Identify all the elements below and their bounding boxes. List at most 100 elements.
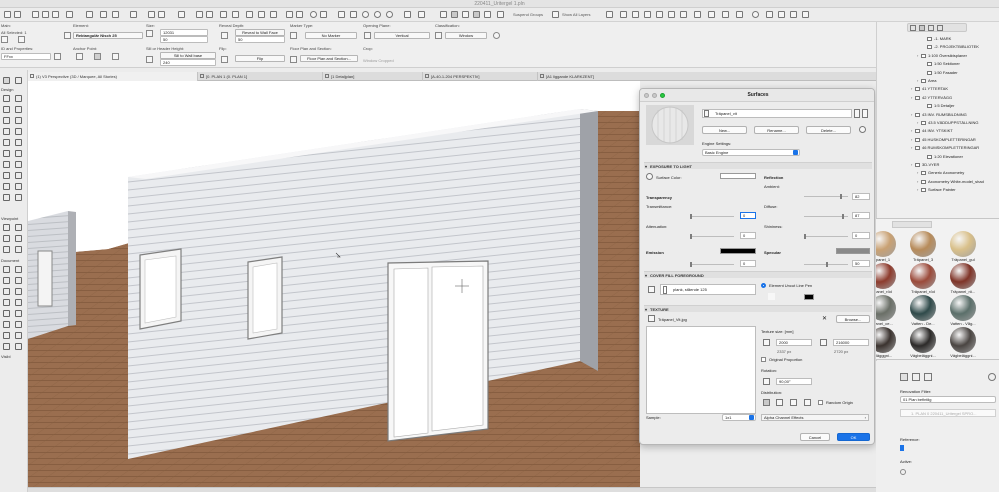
pen-icon[interactable] [286,11,293,18]
attenuation-field[interactable]: 0 [740,232,756,239]
distribution-mirror-xy-icon[interactable] [804,399,811,406]
slider-knob[interactable] [840,194,842,199]
surface-menu-icon[interactable] [862,109,868,118]
drag-icon[interactable] [632,11,639,18]
redo-icon[interactable] [158,11,165,18]
shape-icon[interactable] [86,11,93,18]
slider-knob[interactable] [804,234,806,239]
transmittance-field[interactable]: 0 [740,212,756,219]
navigator-item[interactable]: › 43.5 VÄDDUPPSTÄLLNING [917,119,978,126]
sill-selector[interactable]: Sill to Wall base [160,52,216,59]
specular-slider[interactable] [804,262,848,267]
trace-icon[interactable] [178,11,185,18]
suspend-groups-label[interactable]: Suspend Groups [513,12,543,17]
view-map-icon[interactable] [919,25,925,31]
tab-plan-1[interactable]: [0. PLAN 1 (0. PLAN 1] [198,72,323,81]
slider-knob[interactable] [690,262,692,267]
cover-fill-selector[interactable]: plank, stående 125 [660,284,756,295]
layers-icon[interactable] [418,11,425,18]
cut-icon[interactable] [130,11,137,18]
curtain-wall-tool-icon[interactable] [3,183,10,190]
elevation-tool-icon[interactable] [15,224,22,231]
navigator-item[interactable]: -2. PROJEKTBIBLIOTEK [923,43,979,50]
navigator-item[interactable]: 1:50 Fasader [923,69,958,76]
renovation-icon-1[interactable] [900,373,908,381]
texture-width-field[interactable]: 2000 [776,339,812,346]
active-indicator[interactable] [900,469,906,475]
dimension-tool-icon[interactable] [15,194,22,201]
mirror-icon[interactable] [220,11,227,18]
drawing-tool-icon[interactable] [3,310,10,317]
polyline-tool-icon[interactable] [3,288,10,295]
ruler-icon[interactable] [246,11,253,18]
navigator-item[interactable]: › Surface Painter [917,186,956,193]
original-proportion-checkbox[interactable] [761,357,766,362]
texture-section-header[interactable]: TEXTURE [644,305,872,313]
arrow-select-icon[interactable] [3,77,10,84]
line-tool-icon[interactable] [3,277,10,284]
view-section-icon[interactable] [462,11,469,18]
cover-fill-section-header[interactable]: COVER FILL FOREGROUND [644,271,872,279]
suspend-groups-icon[interactable] [497,11,504,18]
navigator-item[interactable]: › 3D-VYER [911,161,939,168]
magic-wand-icon[interactable] [42,11,49,18]
layout-reference-field[interactable]: 1. PLAN 0 220411_Uritergel SPRO... [900,409,996,417]
angle-dim-tool-icon[interactable] [3,332,10,339]
minimize-button[interactable] [652,93,657,98]
navigator-item[interactable]: › 43 INV. RUMSBILDNING [911,111,967,118]
camera-icon[interactable] [362,11,369,18]
element-selector[interactable]: Rektangulär Nisch 25 [73,32,143,39]
material-swatch[interactable] [876,327,896,353]
zoom-out-icon[interactable] [778,11,785,18]
specular-field[interactable]: 50 [852,260,870,267]
material-swatch[interactable] [910,263,936,289]
renovation-settings-icon[interactable] [988,373,996,381]
arrow-tool-icon[interactable] [4,11,11,18]
material-swatch[interactable] [876,295,896,321]
change-tool-icon[interactable] [15,246,22,253]
navigator-item[interactable]: › 45 HUSKOMPLETTERINGAR [911,136,976,143]
worksheet-tool-icon[interactable] [15,235,22,242]
hotspot-tool-icon[interactable] [3,299,10,306]
rotation-field[interactable]: 90,00° [776,378,812,385]
beam-tool-icon[interactable] [3,117,10,124]
snap-icon[interactable] [206,11,213,18]
exposure-section-header[interactable]: EXPOSURE TO LIGHT [644,162,872,170]
change-marker-tool-icon[interactable] [3,343,10,350]
classification-selector[interactable]: Window [445,32,487,39]
morph-tool-icon[interactable] [15,183,22,190]
selection-icon[interactable] [1,36,8,43]
lamp-tool-icon[interactable] [15,150,22,157]
mesh-tool-icon[interactable] [15,172,22,179]
text-tool-icon[interactable] [3,266,10,273]
navigator-item[interactable]: › 1:100 Översiktsplaner [917,52,967,59]
navigator-item[interactable]: -1. MARK [923,35,951,42]
material-swatch[interactable] [910,231,936,257]
surface-name-field[interactable]: Träpanel_vit [702,109,852,118]
attenuation-slider[interactable] [690,234,734,239]
opening-tool-icon[interactable] [15,128,22,135]
palette-icon[interactable] [493,32,500,39]
column-tool-icon[interactable] [3,106,10,113]
pencil-icon[interactable] [32,11,39,18]
undo-icon[interactable] [148,11,155,18]
surface-color-swatch[interactable] [720,173,756,179]
ok-button[interactable]: OK [837,433,870,441]
renovation-icon-2[interactable] [912,373,920,381]
sample-selector[interactable]: 1x1 [722,414,756,421]
stair-tool-icon[interactable] [3,139,10,146]
anchor-right-icon[interactable] [112,53,119,60]
anchor-left-icon[interactable] [76,53,83,60]
cube-icon[interactable] [320,11,327,18]
settings-icon[interactable] [386,11,393,18]
element-uncut-radio[interactable] [761,283,766,288]
pan-icon[interactable] [802,11,809,18]
window-tool-icon[interactable] [15,106,22,113]
save-icon[interactable] [112,11,119,18]
brush-icon[interactable] [66,11,73,18]
master-tool-icon[interactable] [15,343,22,350]
texture-height-field[interactable]: 216000 [833,339,869,346]
opening-plane-selector[interactable]: Vertical [374,32,430,39]
material-swatch[interactable] [910,327,936,353]
close-button[interactable] [644,93,649,98]
